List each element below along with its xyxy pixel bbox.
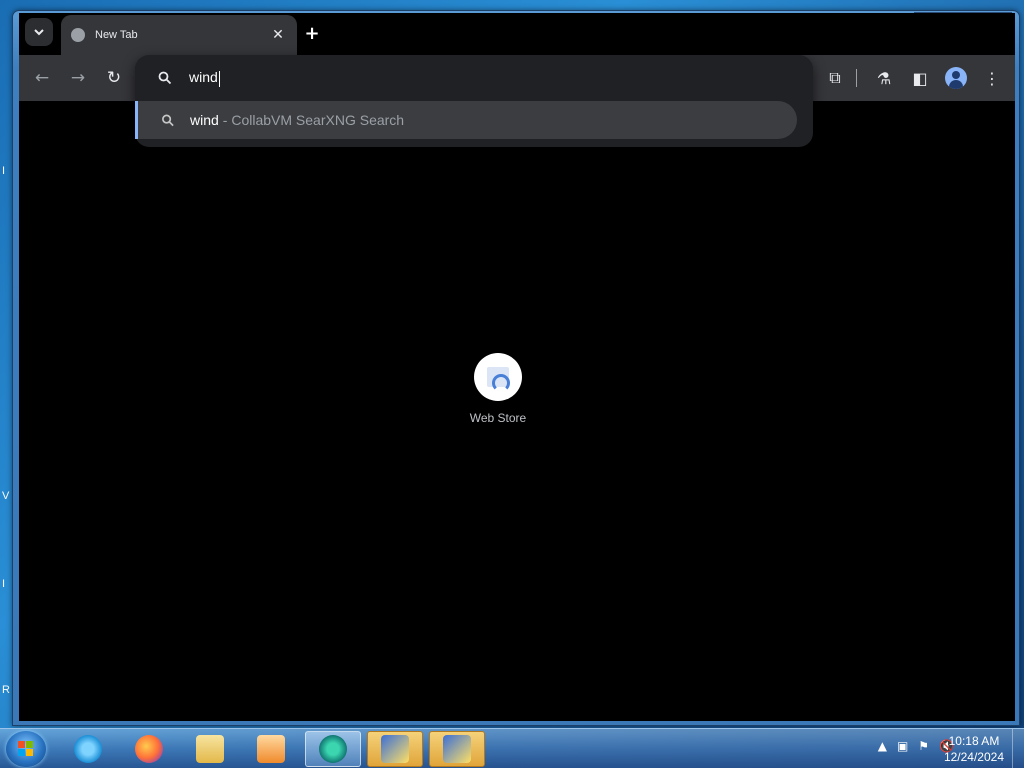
text-caret xyxy=(218,70,220,87)
clock[interactable]: 10:18 AM 12/24/2024 xyxy=(944,733,1004,765)
desktop-icon-label: I xyxy=(2,578,6,590)
forward-button[interactable]: → xyxy=(65,65,91,91)
desktop-icon-label: I xyxy=(2,165,6,177)
labs-icon[interactable]: ⚗ xyxy=(869,65,899,91)
system-tray: ▲ ▣ ⚑ 🔇 xyxy=(868,739,954,753)
windows-logo-icon xyxy=(18,741,34,757)
menu-button[interactable]: ⋮ xyxy=(977,65,1007,91)
firefox-icon xyxy=(135,735,163,763)
omnibox-popup: wind wind - CollabVM SearXNG Search xyxy=(135,55,813,147)
toolbar-actions: ⧉ ⚗ ◧ ⋮ xyxy=(814,65,1007,91)
toolbar-separator xyxy=(856,69,857,87)
profile-button[interactable] xyxy=(941,65,971,91)
web-store-icon xyxy=(487,367,510,392)
tab-title: New Tab xyxy=(95,29,138,41)
shortcut-web-store[interactable]: Web Store xyxy=(452,353,544,425)
suggestion-match: wind xyxy=(190,112,219,128)
side-panel-icon[interactable]: ◧ xyxy=(905,65,935,91)
folder-icon xyxy=(196,735,224,763)
show-desktop-button[interactable] xyxy=(1012,729,1024,768)
address-bar[interactable]: wind xyxy=(135,55,813,101)
desktop-icon-label: V xyxy=(2,490,10,502)
back-button[interactable]: ← xyxy=(29,65,55,91)
taskbar-installer[interactable] xyxy=(367,731,423,767)
taskbar-file-explorer[interactable] xyxy=(182,731,238,767)
search-icon xyxy=(162,114,174,126)
tab-search-button[interactable] xyxy=(25,18,53,46)
clock-time: 10:18 AM xyxy=(948,734,1000,748)
tab-close-button[interactable]: ✕ xyxy=(269,27,287,43)
avatar-icon xyxy=(945,67,967,89)
extensions-icon[interactable]: ⧉ xyxy=(820,65,850,91)
taskbar-firefox[interactable] xyxy=(121,731,177,767)
network-icon[interactable]: ▣ xyxy=(897,739,908,753)
omnibox-suggestion[interactable]: wind - CollabVM SearXNG Search xyxy=(135,101,797,139)
suggestion-description: - CollabVM SearXNG Search xyxy=(222,112,405,128)
reload-button[interactable]: ↻ xyxy=(101,65,127,91)
globe-icon xyxy=(71,28,85,42)
installer-icon xyxy=(381,735,409,763)
browser-icon xyxy=(319,735,347,763)
desktop-icon-label: R xyxy=(2,684,10,696)
start-button[interactable] xyxy=(6,731,46,767)
show-hidden-icons-icon[interactable]: ▲ xyxy=(878,739,887,753)
chevron-down-icon xyxy=(34,29,44,36)
internet-explorer-icon xyxy=(74,735,102,763)
taskbar-media-player[interactable] xyxy=(243,731,299,767)
taskbar-internet-explorer[interactable] xyxy=(60,731,116,767)
action-center-flag-icon[interactable]: ⚑ xyxy=(918,739,929,753)
address-input-value: wind xyxy=(189,69,218,86)
installer-icon xyxy=(443,735,471,763)
taskbar-installer[interactable] xyxy=(429,731,485,767)
shortcut-label: Web Store xyxy=(469,411,527,425)
media-player-icon xyxy=(257,735,285,763)
clock-date: 12/24/2024 xyxy=(943,750,1004,764)
tab-new-tab[interactable]: New Tab ✕ xyxy=(61,15,297,55)
taskbar-browser[interactable] xyxy=(305,731,361,767)
new-tab-button[interactable]: + xyxy=(298,19,326,47)
taskbar: ▲ ▣ ⚑ 🔇 10:18 AM 12/24/2024 xyxy=(0,728,1024,768)
tab-strip: New Tab ✕ + xyxy=(19,13,1015,55)
shortcut-icon-circle xyxy=(474,353,522,401)
search-icon xyxy=(158,71,172,85)
address-input[interactable]: wind xyxy=(189,69,220,87)
